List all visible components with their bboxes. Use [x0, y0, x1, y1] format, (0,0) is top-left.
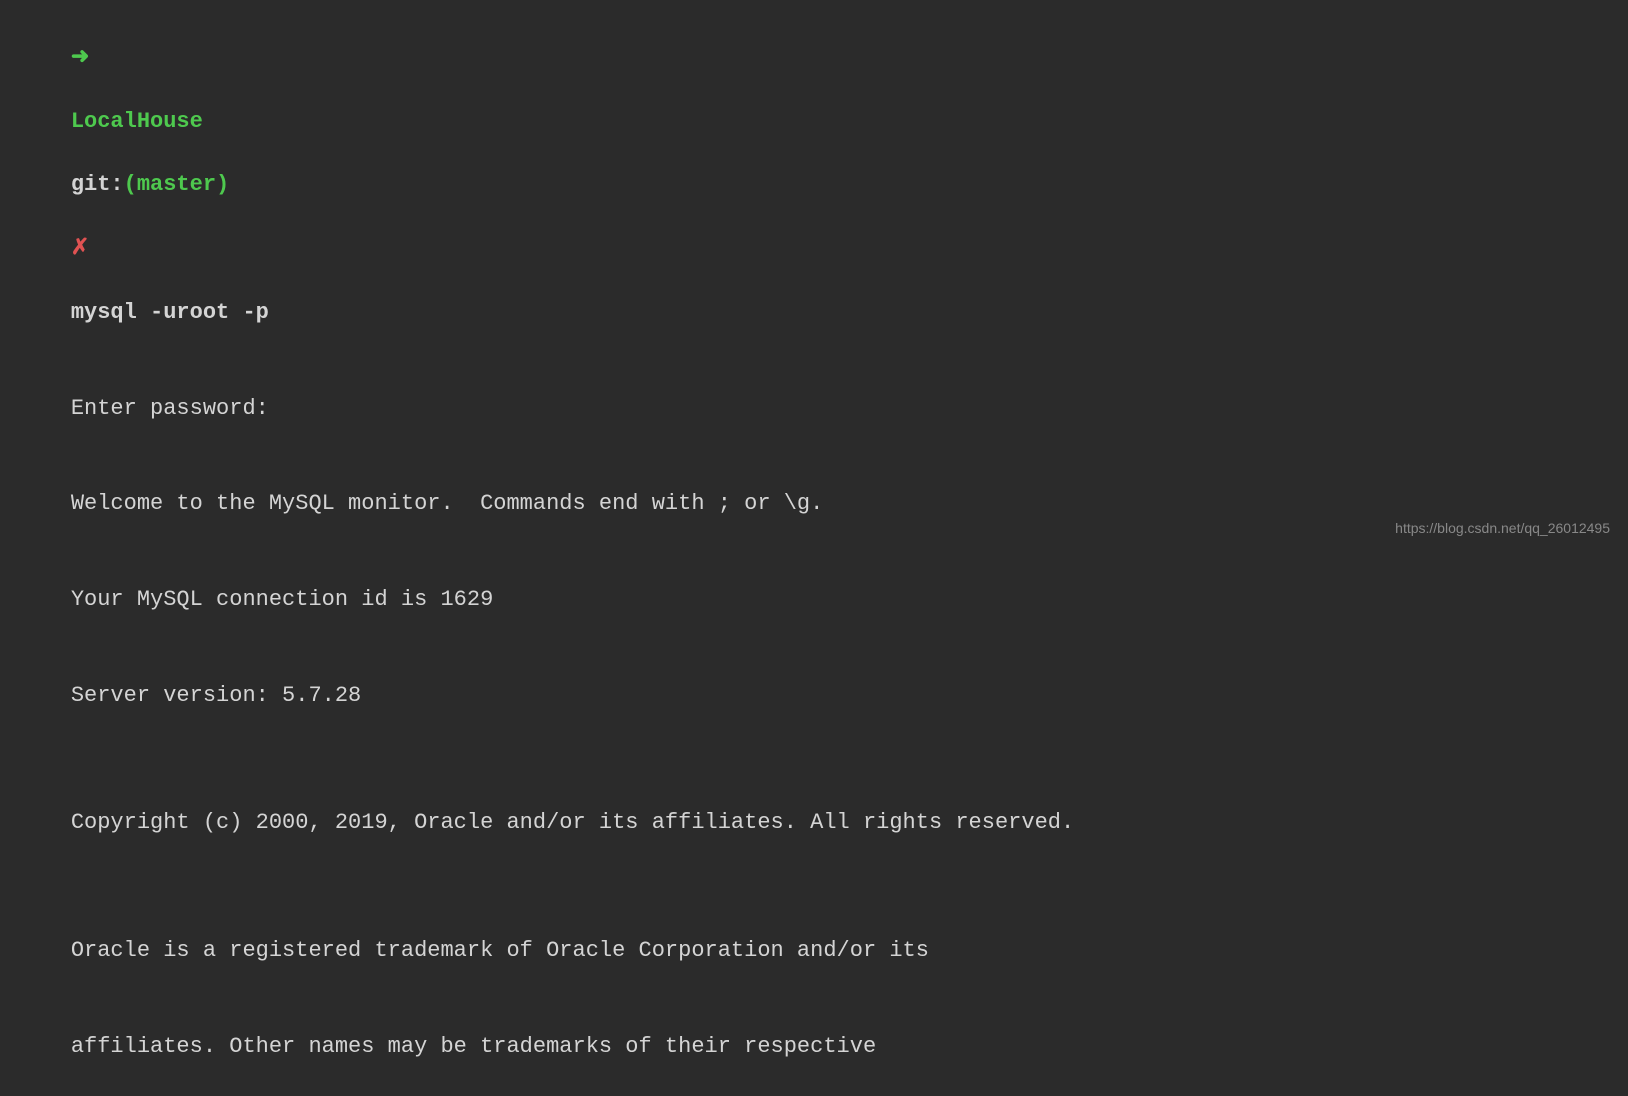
- output-line-4: Server version: 5.7.28: [18, 648, 1610, 744]
- output-line-6: Copyright (c) 2000, 2019, Oracle and/or …: [18, 775, 1610, 871]
- prompt-git: git:: [71, 172, 124, 197]
- output-line-10: owners.: [18, 1094, 1610, 1096]
- output-line-7: [18, 871, 1610, 903]
- prompt-x: ✗: [71, 236, 89, 261]
- output-line-5: [18, 743, 1610, 775]
- output-line-3: Your MySQL connection id is 1629: [18, 552, 1610, 648]
- terminal-window: ➜ LocalHouse git:(master) ✗ mysql -uroot…: [0, 0, 1628, 548]
- watermark: https://blog.csdn.net/qq_26012495: [1395, 518, 1610, 538]
- prompt-command: mysql -uroot -p: [71, 300, 269, 325]
- output-line-2: Welcome to the MySQL monitor. Commands e…: [18, 456, 1610, 552]
- prompt-branch: (master): [124, 172, 230, 197]
- output-line-9: affiliates. Other names may be trademark…: [18, 999, 1610, 1095]
- prompt-localhouse: LocalHouse: [71, 109, 203, 134]
- prompt-arrow-icon: ➜: [71, 45, 89, 70]
- output-line-1: Enter password:: [18, 361, 1610, 457]
- output-line-8: Oracle is a registered trademark of Orac…: [18, 903, 1610, 999]
- prompt-line: ➜ LocalHouse git:(master) ✗ mysql -uroot…: [18, 10, 1610, 361]
